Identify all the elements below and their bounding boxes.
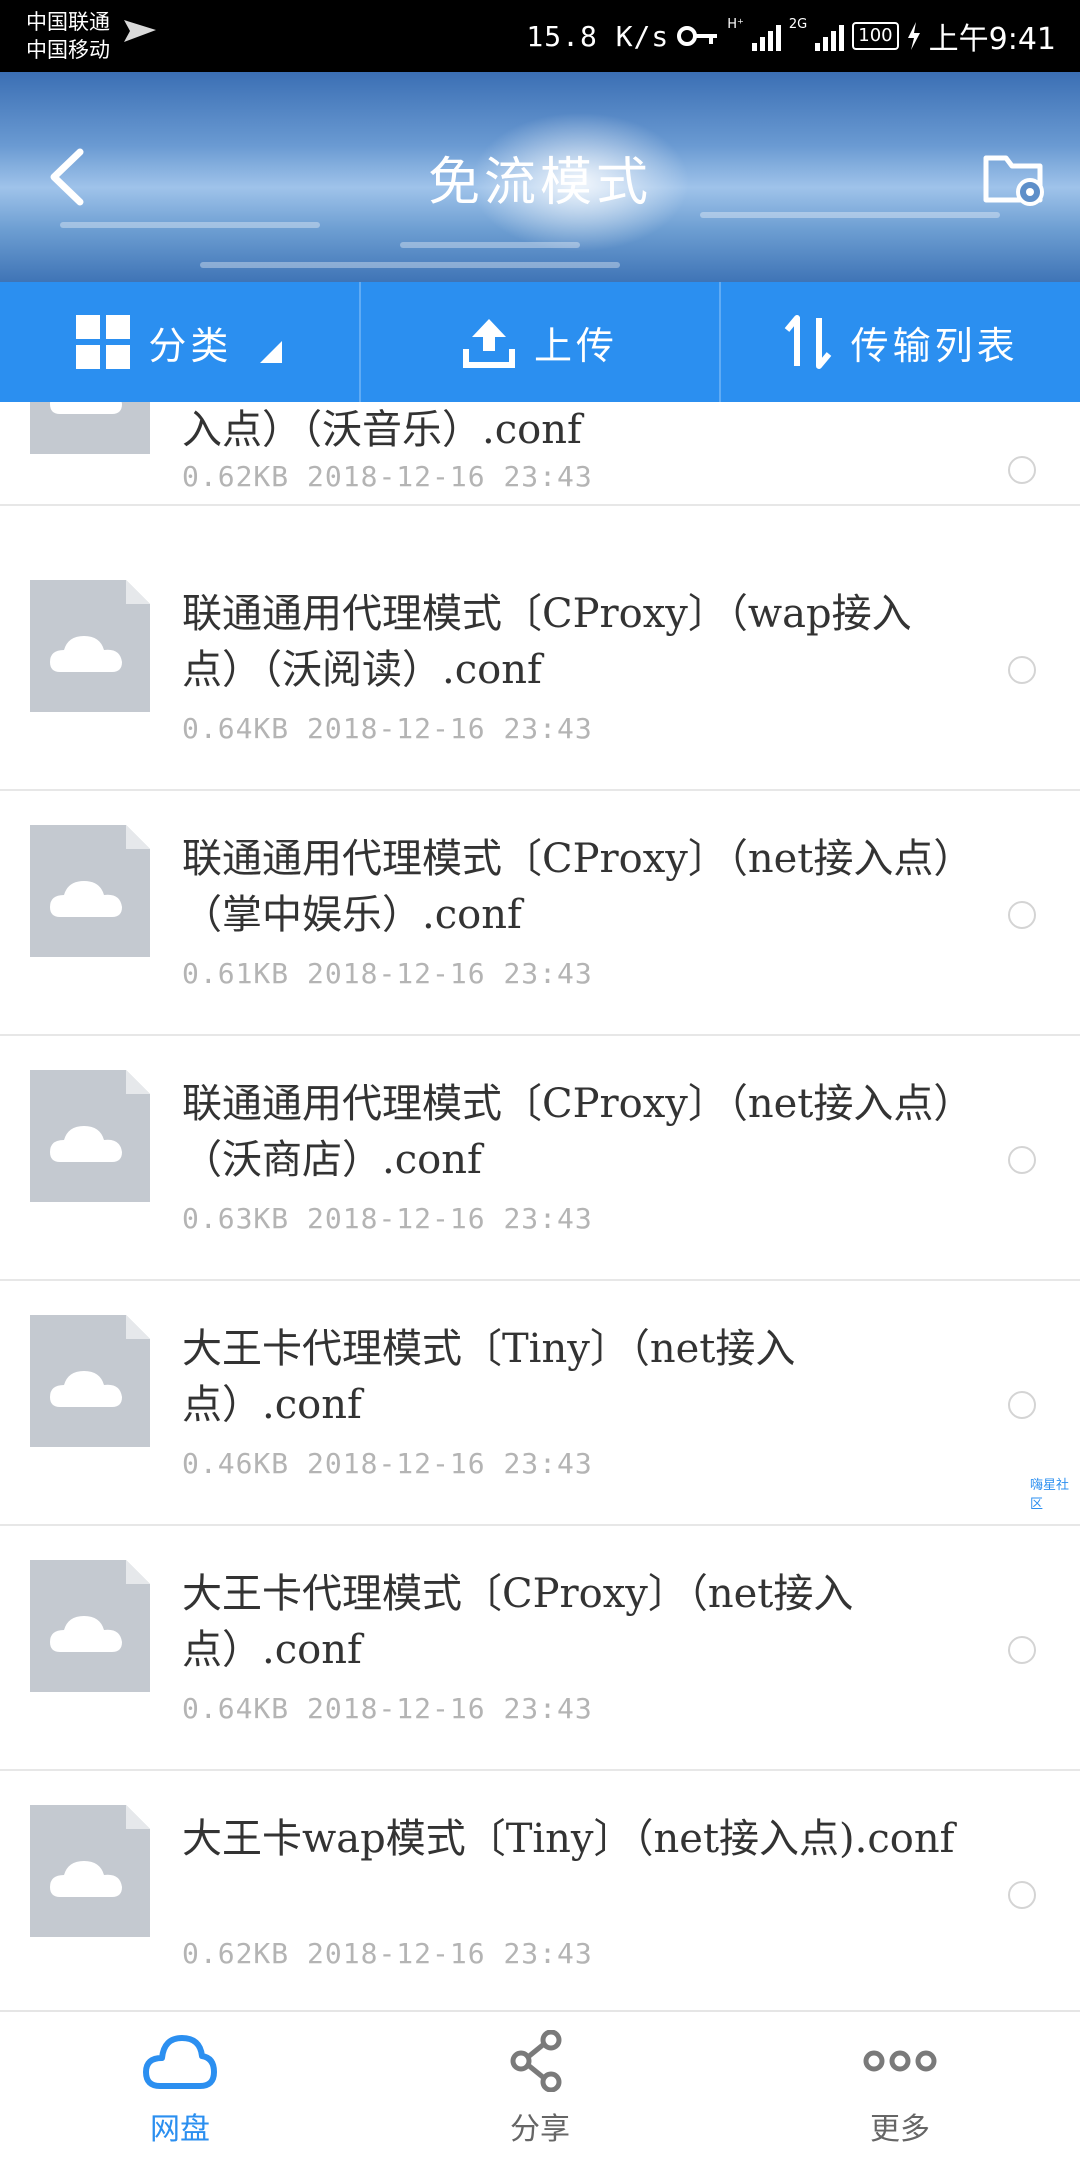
file-cloud-icon: [30, 825, 150, 957]
file-row[interactable]: 大王卡代理模式〔CProxy〕（net接入点）.conf 0.64KB 2018…: [0, 1526, 1080, 1771]
file-cloud-icon: [30, 1805, 150, 1937]
toolbar: 分类 上传 传输列表: [0, 282, 1080, 402]
select-radio[interactable]: [1008, 656, 1036, 684]
file-name: 联通通用代理模式〔CProxy〕（net接入点）（掌中娱乐）.conf: [182, 836, 954, 938]
file-time: 23:43: [503, 1692, 593, 1725]
file-name: 联通通用代理模式〔CProxy〕（wap接入点）（沃阅读）.conf: [182, 591, 912, 693]
file-cloud-icon: [30, 580, 150, 712]
file-name: 大王卡wap模式〔Tiny〕（net接入点).conf: [182, 1816, 955, 1862]
file-size: 0.63KB: [182, 1202, 290, 1235]
file-cloud-icon: [30, 1315, 150, 1447]
file-date: 2018-12-16: [307, 1202, 486, 1235]
file-date: 2018-12-16: [307, 957, 486, 990]
file-size: 0.62KB: [182, 1937, 290, 1970]
carrier-secondary: 中国移动: [26, 38, 110, 62]
file-row[interactable]: 联通通用代理模式〔CProxy〕（wap接入点）（沃阅读）.conf 0.64K…: [0, 546, 1080, 791]
bottom-nav: 网盘 分享 更多: [0, 2010, 1080, 2162]
file-row[interactable]: 大王卡wap模式〔Tiny〕（net接入点).conf 0.62KB 2018-…: [0, 1771, 1080, 2010]
select-radio[interactable]: [1008, 456, 1036, 484]
file-row[interactable]: 联通通用代理模式〔CProxy〕（net接入点）（掌中娱乐）.conf 0.61…: [0, 791, 1080, 1036]
nav-share-label: 分享: [510, 2112, 570, 2147]
battery-icon: 100: [852, 22, 899, 50]
file-time: 23:43: [503, 1447, 593, 1480]
signal-icon: [751, 21, 781, 51]
file-date: 2018-12-16: [307, 1937, 486, 1970]
nav-disk-label: 网盘: [150, 2112, 210, 2147]
more-icon: [863, 2050, 937, 2072]
file-meta: 0.63KB 2018-12-16 23:43: [182, 1202, 593, 1235]
file-date: 2018-12-16: [307, 1447, 486, 1480]
key-icon: [677, 26, 718, 46]
file-list: 入点）（沃音乐）.conf 0.62KB 2018-12-16 23:43 联通…: [0, 402, 1080, 2010]
file-size: 0.64KB: [182, 1692, 290, 1725]
file-row[interactable]: 联通通用代理模式〔CProxy〕（net接入点）（沃商店）.conf 0.63K…: [0, 1036, 1080, 1281]
network-speed: 15.8 K/s: [526, 19, 670, 53]
select-radio[interactable]: [1008, 1391, 1036, 1419]
header: 免流模式: [0, 72, 1080, 282]
status-bar: 中国联通 中国移动 15.8 K/s H⁺ 2G 100 上午9:41: [0, 0, 1080, 72]
file-size: 0.62KB: [182, 460, 290, 493]
file-time: 23:43: [503, 957, 593, 990]
file-time: 23:43: [503, 1202, 593, 1235]
file-name: 大王卡代理模式〔CProxy〕（net接入点）.conf: [182, 1571, 854, 1673]
file-name: 入点）（沃音乐）.conf: [182, 407, 582, 453]
watermark: 嗨星社区: [1030, 1478, 1070, 1512]
file-cloud-icon: [30, 1560, 150, 1692]
file-time: 23:43: [503, 712, 593, 745]
file-meta: 0.61KB 2018-12-16 23:43: [182, 957, 593, 990]
network-type-2g: 2G: [788, 17, 808, 32]
select-radio[interactable]: [1008, 901, 1036, 929]
file-size: 0.61KB: [182, 957, 290, 990]
nav-share[interactable]: 分享: [360, 2012, 720, 2162]
carrier-info: 中国联通 中国移动: [26, 8, 110, 64]
select-radio[interactable]: [1008, 1146, 1036, 1174]
file-size: 0.64KB: [182, 712, 290, 745]
file-size: 0.46KB: [182, 1447, 290, 1480]
file-row[interactable]: 大王卡代理模式〔Tiny〕（net接入点）.conf 0.46KB 2018-1…: [0, 1281, 1080, 1526]
file-meta: 0.64KB 2018-12-16 23:43: [182, 712, 593, 745]
file-meta: 0.46KB 2018-12-16 23:43: [182, 1447, 593, 1480]
send-icon: [124, 20, 156, 42]
status-indicators: 15.8 K/s H⁺ 2G 100 上午9:41: [526, 0, 1056, 72]
upload-label: 上传: [534, 323, 619, 368]
nav-disk[interactable]: 网盘: [0, 2012, 360, 2162]
file-meta: 0.62KB 2018-12-16 23:43: [182, 1937, 593, 1970]
select-radio[interactable]: [1008, 1636, 1036, 1664]
file-time: 23:43: [503, 1937, 593, 1970]
transfer-icon: [784, 315, 831, 369]
upload-button[interactable]: 上传: [361, 282, 722, 402]
file-time: 23:43: [503, 460, 593, 493]
grid-icon: [76, 315, 131, 369]
nav-more[interactable]: 更多: [720, 2012, 1080, 2162]
file-date: 2018-12-16: [307, 712, 486, 745]
share-icon: [510, 2030, 562, 2092]
file-cloud-icon: [30, 402, 150, 454]
signal-icon-2: [815, 21, 845, 51]
network-type-h: H⁺: [727, 17, 744, 32]
carrier-primary: 中国联通: [26, 10, 110, 34]
file-name: 大王卡代理模式〔Tiny〕（net接入点）.conf: [182, 1326, 796, 1428]
file-cloud-icon: [30, 1070, 150, 1202]
transfer-list-label: 传输列表: [850, 323, 1019, 368]
category-button[interactable]: 分类: [0, 282, 361, 402]
cloud-icon: [143, 2035, 217, 2089]
file-date: 2018-12-16: [307, 1692, 486, 1725]
file-name: 联通通用代理模式〔CProxy〕（net接入点）（沃商店）.conf: [182, 1081, 954, 1183]
page-title: 免流模式: [427, 152, 652, 213]
upload-icon: [463, 319, 515, 368]
file-meta: 0.62KB 2018-12-16 23:43: [182, 460, 593, 493]
file-meta: 0.64KB 2018-12-16 23:43: [182, 1692, 593, 1725]
file-date: 2018-12-16: [307, 460, 486, 493]
back-icon[interactable]: [40, 142, 100, 212]
folder-settings-icon[interactable]: [980, 142, 1050, 212]
select-radio[interactable]: [1008, 1881, 1036, 1909]
nav-more-label: 更多: [870, 2112, 930, 2147]
category-label: 分类: [148, 323, 233, 368]
dropdown-triangle-icon: [260, 341, 283, 363]
file-row[interactable]: 入点）（沃音乐）.conf 0.62KB 2018-12-16 23:43: [0, 402, 1080, 506]
charging-icon: [907, 22, 920, 50]
clock: 上午9:41: [928, 22, 1056, 57]
transfer-list-button[interactable]: 传输列表: [721, 282, 1080, 402]
